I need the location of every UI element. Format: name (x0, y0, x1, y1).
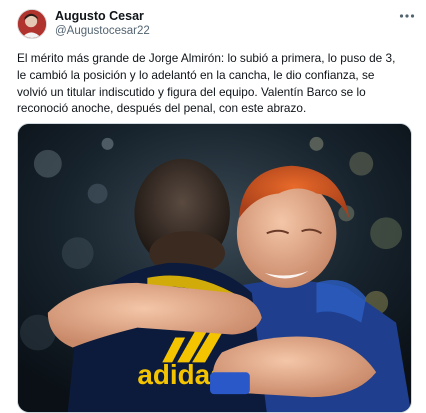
avatar-image (18, 10, 46, 38)
wristband (210, 372, 250, 395)
tweet-card: Augusto Cesar @Augustocesar22 El mérito … (0, 0, 426, 413)
tweet-text-line: El mérito más grande de Jorge Almirón: l… (17, 51, 396, 65)
tweet-text-line: reconoció anoche, después del penal, con… (17, 101, 307, 116)
avatar[interactable] (17, 9, 47, 39)
tweet-text-line: le cambió la posición y lo adelantó en l… (17, 67, 375, 82)
more-options-button[interactable] (394, 6, 420, 26)
author-name[interactable]: Augusto Cesar (55, 9, 144, 23)
tweet-text-line: volvió un titular indiscutido y figura d… (17, 84, 366, 99)
tweet-media-photo[interactable]: adidas (17, 123, 412, 413)
more-horizontal-icon (399, 14, 415, 18)
tweet-text: El mérito más grande de Jorge Almirón: l… (17, 50, 417, 117)
author-handle[interactable]: @Augustocesar22 (55, 25, 150, 37)
photo-hug: adidas (18, 124, 411, 412)
